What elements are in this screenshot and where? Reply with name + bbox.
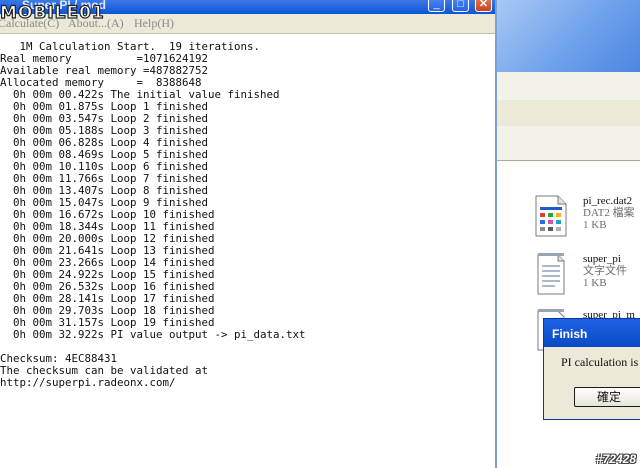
file-item-super-pi[interactable]: super_pi 文字文件 1 KB [535, 253, 640, 299]
explorer-header [497, 0, 640, 72]
watermark-id: #72428 [595, 452, 636, 466]
minimize-button[interactable]: _ [428, 0, 445, 12]
dialog-title: Finish [552, 327, 588, 341]
close-button[interactable]: ✕ [475, 0, 492, 12]
file-type: DAT2 檔案 [583, 207, 635, 219]
file-type: 文字文件 [583, 265, 627, 277]
explorer-toolbar [497, 72, 640, 101]
text-file-icon [537, 253, 565, 295]
dialog-message: PI calculation is c [561, 355, 640, 369]
file-name: super_pi [583, 253, 621, 265]
explorer-address-bar [497, 100, 640, 127]
output-line: 0h 00m 32.922s PI value output -> pi_dat… [0, 328, 306, 341]
superpi-window: Super PI / mod _ □ ✕ Calculate(C) About.… [0, 0, 497, 468]
calculation-output: 1M Calculation Start. 19 iterations. Real… [0, 41, 495, 389]
menu-help[interactable]: Help(H) [134, 16, 174, 31]
dialog-title-bar[interactable]: Finish [544, 319, 640, 347]
data-file-icon [535, 195, 567, 237]
file-size: 1 KB [583, 219, 607, 231]
file-name: pi_rec.dat2 [583, 195, 633, 207]
ok-button[interactable]: 確定 [574, 387, 640, 407]
maximize-button[interactable]: □ [452, 0, 469, 12]
explorer-tasks-bar [497, 126, 640, 161]
output-line: http://superpi.radeonx.com/ [0, 376, 176, 389]
file-size: 1 KB [583, 277, 607, 289]
file-item-pi-rec[interactable]: pi_rec.dat2 DAT2 檔案 1 KB [535, 195, 640, 241]
finish-dialog: Finish PI calculation is c 確定 [543, 318, 640, 420]
watermark-logo: MOBILE01 [0, 2, 105, 23]
